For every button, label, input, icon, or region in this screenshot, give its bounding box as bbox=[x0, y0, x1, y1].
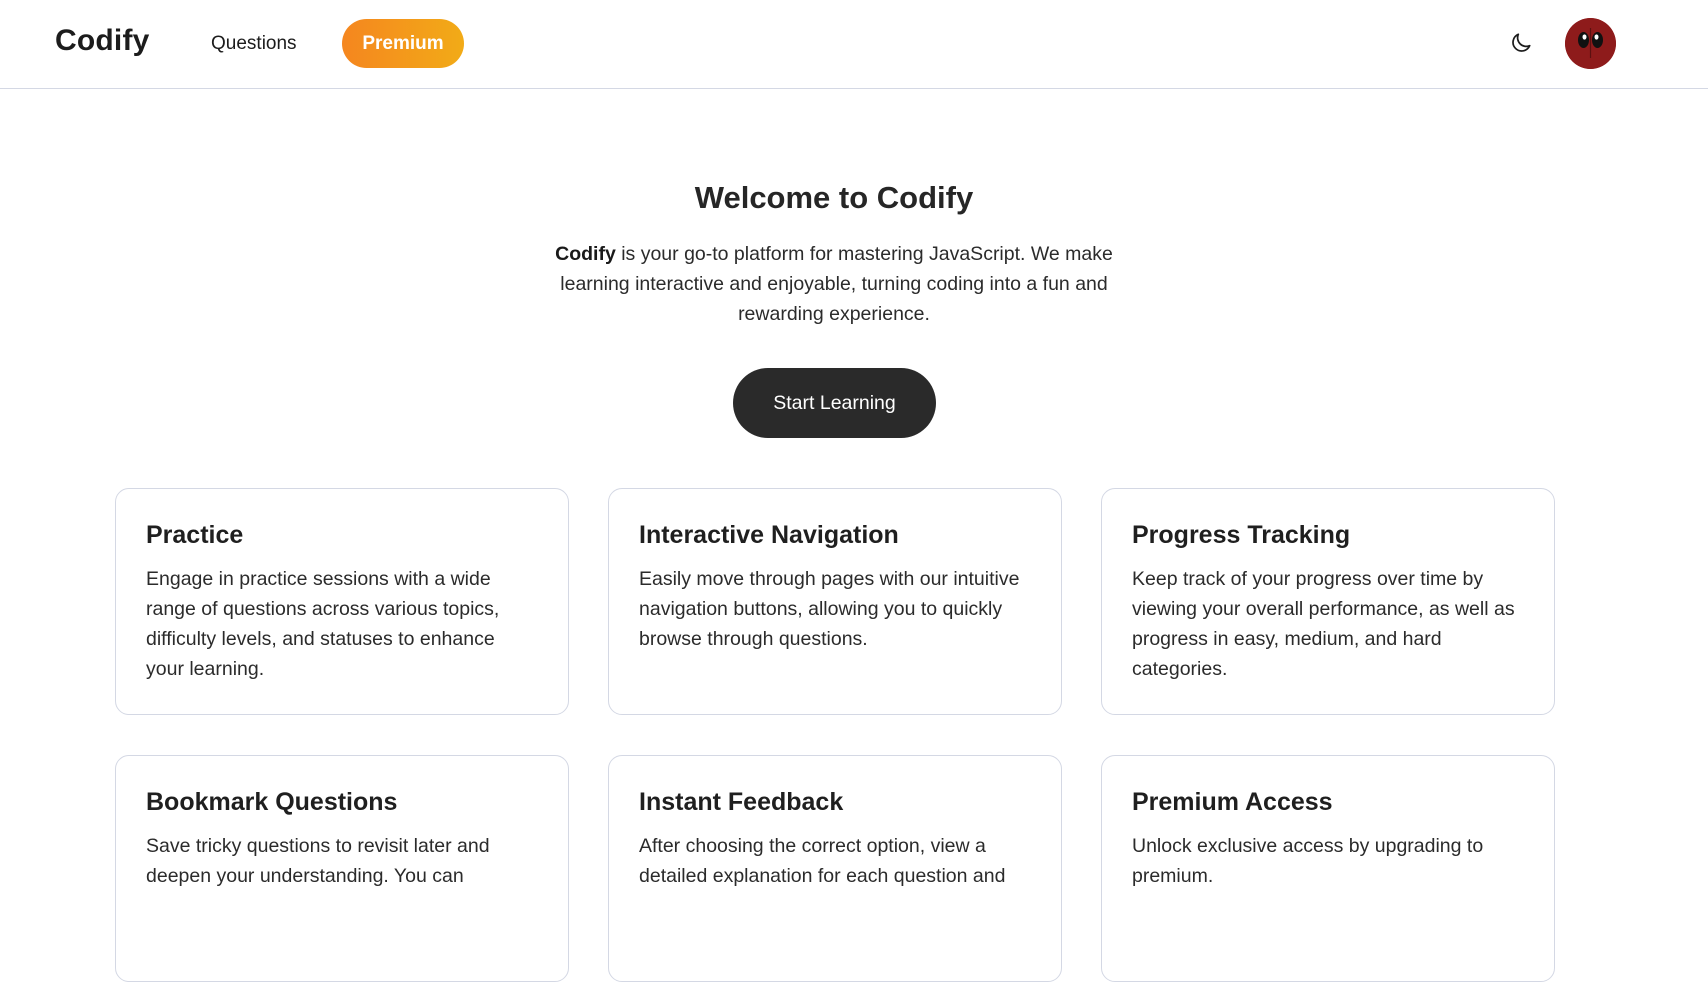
feature-card-title: Practice bbox=[146, 521, 244, 549]
feature-card-title: Interactive Navigation bbox=[639, 521, 899, 549]
feature-card-description: Keep track of your progress over time by… bbox=[1132, 568, 1515, 680]
feature-card-description: Engage in practice sessions with a wide … bbox=[146, 568, 500, 680]
feature-card-description: Easily move through pages with our intui… bbox=[639, 568, 1020, 650]
feature-card-title: Premium Access bbox=[1132, 788, 1333, 816]
hero-intro-brand: Codify bbox=[555, 243, 616, 265]
feature-card-progress-tracking: Progress Tracking Keep track of your pro… bbox=[1101, 488, 1555, 715]
hero-intro-text: is your go-to platform for mastering Jav… bbox=[560, 243, 1113, 325]
feature-card-description: Save tricky questions to revisit later a… bbox=[146, 835, 490, 887]
feature-card-instant-feedback: Instant Feedback After choosing the corr… bbox=[608, 755, 1062, 982]
moon-icon[interactable] bbox=[1508, 30, 1534, 56]
user-avatar[interactable] bbox=[1565, 18, 1616, 69]
feature-card-title: Bookmark Questions bbox=[146, 788, 398, 816]
feature-card-title: Instant Feedback bbox=[639, 788, 844, 816]
hero-intro: Codify is your go-to platform for master… bbox=[544, 239, 1124, 329]
nav-link-questions[interactable]: Questions bbox=[211, 33, 297, 55]
brand-logo[interactable]: Codify bbox=[55, 24, 150, 58]
feature-card-practice: Practice Engage in practice sessions wit… bbox=[115, 488, 569, 715]
feature-card-premium-access: Premium Access Unlock exclusive access b… bbox=[1101, 755, 1555, 982]
feature-card-title: Progress Tracking bbox=[1132, 521, 1351, 549]
hero-title: Welcome to Codify bbox=[694, 180, 974, 215]
premium-button[interactable]: Premium bbox=[342, 19, 464, 68]
feature-card-bookmark-questions: Bookmark Questions Save tricky questions… bbox=[115, 755, 569, 982]
avatar-mask-icon bbox=[1565, 18, 1616, 69]
top-navbar: Codify Questions Premium bbox=[0, 0, 1708, 89]
feature-card-description: After choosing the correct option, view … bbox=[639, 835, 1006, 887]
feature-card-interactive-navigation: Interactive Navigation Easily move throu… bbox=[608, 488, 1062, 715]
start-learning-button[interactable]: Start Learning bbox=[733, 368, 936, 438]
feature-card-description: Unlock exclusive access by upgrading to … bbox=[1132, 835, 1484, 887]
